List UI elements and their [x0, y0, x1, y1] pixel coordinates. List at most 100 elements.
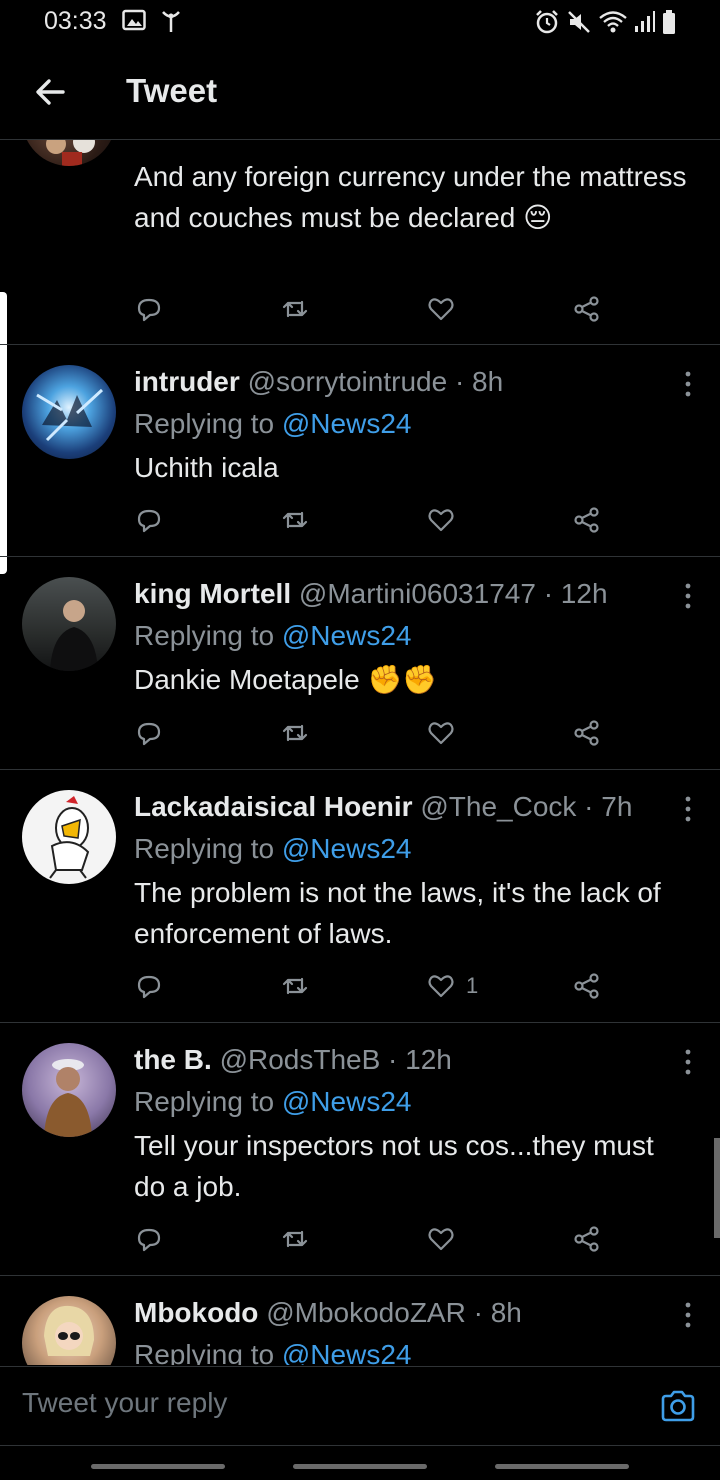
avatar[interactable] [22, 1296, 116, 1365]
share-action[interactable] [572, 969, 602, 1003]
mention-link[interactable]: @News24 [282, 833, 412, 864]
replying-label: Replying to [134, 1086, 275, 1117]
like-action[interactable] [426, 1222, 466, 1256]
tweet-item[interactable]: Lackadaisical Hoenir @The_Cock · 7h Repl… [0, 770, 720, 1023]
avatar-photo [44, 1059, 92, 1137]
more-options-icon[interactable] [682, 794, 694, 824]
share-icon [574, 296, 599, 322]
avatar[interactable] [22, 140, 116, 166]
scrollbar-thumb[interactable] [714, 1138, 720, 1238]
retweet-icon [282, 511, 308, 529]
reply-action[interactable] [134, 503, 164, 537]
alarm-icon [536, 10, 558, 34]
author-handle-time[interactable]: @MbokodoZAR · 8h [266, 1297, 522, 1328]
replying-label: Replying to [134, 1339, 275, 1365]
tweet-item[interactable]: the B. @RodsTheB · 12h Replying to @News… [0, 1023, 720, 1276]
retweet-action[interactable] [280, 292, 310, 326]
reply-icon [137, 722, 161, 746]
home-nav-button[interactable] [293, 1464, 427, 1469]
signal-icon [635, 11, 655, 32]
share-action[interactable] [572, 716, 602, 750]
share-icon [574, 507, 599, 533]
tweet-item[interactable]: king Mortell @Martini06031747 · 12h Repl… [0, 557, 720, 770]
tweet-text: Uchith icala [134, 452, 279, 483]
author-handle-time[interactable]: @Martini06031747 · 12h [299, 578, 608, 609]
mention-link[interactable]: @News24 [282, 1339, 412, 1365]
tweet-item[interactable]: intruder @sorrytointrude · 8h Replying t… [0, 345, 720, 557]
recents-nav-button[interactable] [91, 1464, 225, 1469]
replying-label: Replying to [134, 833, 275, 864]
avatar-photo [50, 600, 98, 671]
like-action[interactable] [426, 716, 466, 750]
reply-action[interactable] [134, 716, 164, 750]
mention-link[interactable]: @News24 [282, 620, 412, 651]
reply-icon [137, 298, 161, 322]
more-options-icon[interactable] [682, 1047, 694, 1077]
avatar-photo [46, 140, 95, 166]
author-name[interactable]: Lackadaisical Hoenir [134, 791, 413, 822]
avatar-photo [49, 796, 90, 879]
retweet-icon [282, 977, 308, 995]
share-icon [574, 973, 599, 999]
heart-icon [428, 1228, 454, 1251]
like-action[interactable] [426, 292, 466, 326]
reply-action[interactable] [134, 969, 164, 1003]
avatar[interactable] [22, 577, 116, 671]
retweet-action[interactable] [280, 503, 310, 537]
more-options-icon[interactable] [682, 369, 694, 399]
retweet-icon [282, 1230, 308, 1248]
retweet-action[interactable] [280, 716, 310, 750]
replying-label: Replying to [134, 408, 275, 439]
heart-icon [428, 298, 454, 321]
more-options-icon[interactable] [682, 581, 694, 611]
more-options-icon[interactable] [682, 1300, 694, 1330]
camera-icon[interactable] [660, 1389, 696, 1423]
tweet-text: Dankie Moetapele ✊✊ [134, 664, 438, 695]
retweet-icon [282, 724, 308, 742]
replying-label: Replying to [134, 620, 275, 651]
reply-list[interactable]: And any foreign currency under the mattr… [0, 140, 720, 1365]
like-action[interactable] [426, 503, 466, 537]
tweet-item[interactable]: And any foreign currency under the mattr… [0, 140, 720, 345]
mention-link[interactable]: @News24 [282, 408, 412, 439]
back-nav-button[interactable] [495, 1464, 629, 1469]
mention-link[interactable]: @News24 [282, 1086, 412, 1117]
heart-icon [428, 722, 454, 745]
reply-input[interactable]: Tweet your reply [22, 1387, 227, 1419]
tweet-text: The problem is not the laws, it's the la… [134, 877, 661, 949]
battery-icon [663, 10, 675, 34]
author-name[interactable]: the B. [134, 1044, 212, 1075]
author-name[interactable]: intruder [134, 366, 240, 397]
share-action[interactable] [572, 292, 602, 326]
like-count: 1 [466, 973, 479, 998]
share-action[interactable] [572, 1222, 602, 1256]
share-action[interactable] [572, 503, 602, 537]
author-name[interactable]: Mbokodo [134, 1297, 258, 1328]
avatar[interactable] [22, 365, 116, 459]
retweet-action[interactable] [280, 969, 310, 1003]
back-arrow-icon[interactable] [30, 72, 70, 112]
avatar[interactable] [22, 790, 116, 884]
retweet-action[interactable] [280, 1222, 310, 1256]
avatar-photo [44, 1305, 94, 1356]
author-handle-time[interactable]: @RodsTheB · 12h [220, 1044, 452, 1075]
antenna-notification-icon [162, 11, 180, 32]
top-app-bar: Tweet [0, 44, 720, 140]
heart-icon [428, 509, 454, 532]
reply-composer[interactable]: Tweet your reply [0, 1366, 720, 1446]
avatar[interactable] [22, 1043, 116, 1137]
heart-icon [428, 975, 454, 998]
reply-icon [137, 1228, 161, 1252]
reply-icon [137, 509, 161, 533]
reply-action[interactable] [134, 292, 164, 326]
author-handle-time[interactable]: @sorrytointrude · 8h [248, 366, 504, 397]
like-action[interactable]: 1 [426, 969, 478, 1003]
reply-action[interactable] [134, 1222, 164, 1256]
author-name[interactable]: king Mortell [134, 578, 291, 609]
author-handle-time[interactable]: @The_Cock · 7h [420, 791, 632, 822]
tweet-text: And any foreign currency under the mattr… [134, 161, 687, 233]
tweet-item[interactable]: Mbokodo @MbokodoZAR · 8h Replying to @Ne… [0, 1276, 720, 1365]
status-bar: 03:33 [0, 0, 720, 44]
gallery-notification-icon [122, 9, 146, 31]
mute-icon [568, 11, 590, 33]
